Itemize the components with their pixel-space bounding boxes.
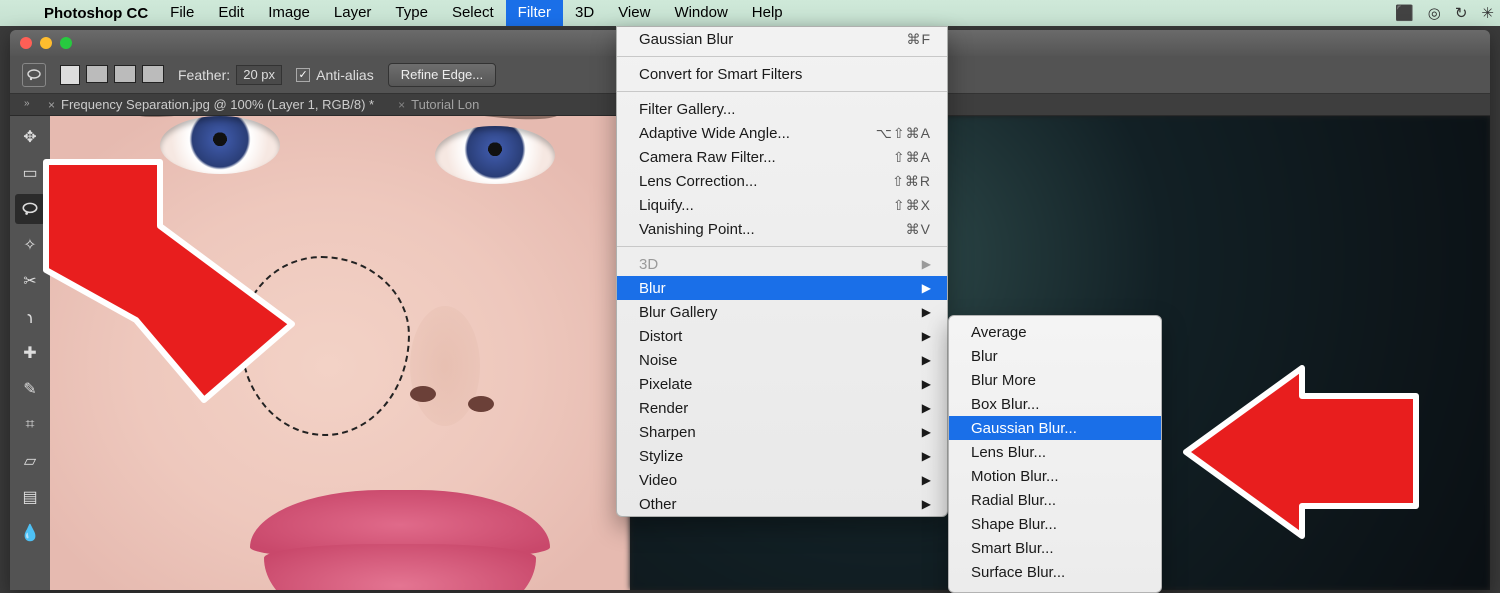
menuitem-render[interactable]: Render▶ [617, 396, 947, 420]
menu-help[interactable]: Help [740, 0, 795, 26]
eyedropper-icon: 𐑪 [27, 306, 33, 328]
menuitem-filter-gallery[interactable]: Filter Gallery... [617, 97, 947, 121]
rect-marquee-icon: ▭ [22, 163, 37, 183]
close-tab-icon[interactable]: × [48, 94, 55, 116]
menu-filter[interactable]: Filter [506, 0, 563, 26]
menubar-extras: ⬛ ◎ ↻ ✳ [1395, 0, 1494, 26]
tool-blur[interactable]: 💧 [15, 518, 45, 548]
feather-control: Feather: 20 px [178, 65, 282, 85]
refine-edge-button[interactable]: Refine Edge... [388, 63, 496, 87]
tab-label: Tutorial Lon [411, 94, 479, 116]
tab-tutorial[interactable]: × Tutorial Lon [386, 94, 491, 116]
tool-healing[interactable]: ✚ [15, 338, 45, 368]
submenu-gaussian-blur[interactable]: Gaussian Blur... [949, 416, 1161, 440]
menu-3d[interactable]: 3D [563, 0, 606, 26]
filter-menu: Gaussian Blur⌘F Convert for Smart Filters… [616, 26, 948, 517]
dropbox-icon[interactable]: ⬛ [1395, 4, 1414, 22]
swatch-mask2[interactable] [114, 65, 136, 83]
chevron-icon[interactable]: » [24, 98, 30, 109]
menuitem-adaptive-wide-angle[interactable]: Adaptive Wide Angle...⌥⇧⌘A [617, 121, 947, 145]
menu-view[interactable]: View [606, 0, 662, 26]
menuitem-blur-gallery[interactable]: Blur Gallery▶ [617, 300, 947, 324]
move-icon: ✥ [23, 127, 36, 147]
submenu-radial-blur[interactable]: Radial Blur... [949, 488, 1161, 512]
tool-eyedropper[interactable]: 𐑪 [15, 302, 45, 332]
menu-extra-icon[interactable]: ✳ [1481, 4, 1494, 22]
traffic-lights[interactable] [10, 37, 72, 49]
swatch-mask1[interactable] [86, 65, 108, 83]
menu-window[interactable]: Window [662, 0, 739, 26]
active-tool-indicator[interactable] [22, 63, 46, 87]
menu-image[interactable]: Image [256, 0, 322, 26]
menuitem-other[interactable]: Other▶ [617, 492, 947, 516]
tab-frequency-separation[interactable]: × Frequency Separation.jpg @ 100% (Layer… [36, 94, 386, 116]
anti-alias-checkbox[interactable]: ✓ Anti-alias [296, 67, 374, 83]
lasso-icon [26, 67, 42, 83]
tool-magic-wand[interactable]: ✧ [15, 230, 45, 260]
menuitem-convert-for-smart-filters[interactable]: Convert for Smart Filters [617, 62, 947, 86]
close-tab-icon[interactable]: × [398, 94, 405, 116]
submenu-smart-blur[interactable]: Smart Blur... [949, 536, 1161, 560]
submenu-surface-blur[interactable]: Surface Blur... [949, 560, 1161, 584]
tool-gradient[interactable]: ▤ [15, 482, 45, 512]
menu-select[interactable]: Select [440, 0, 506, 26]
tool-rect-marquee[interactable]: ▭ [15, 158, 45, 188]
checkbox-icon: ✓ [296, 68, 310, 82]
submenu-blur-more[interactable]: Blur More [949, 368, 1161, 392]
tab-label: Frequency Separation.jpg @ 100% (Layer 1… [61, 94, 374, 116]
tool-crop[interactable]: ✂ [15, 266, 45, 296]
sync-icon[interactable]: ↻ [1455, 4, 1468, 22]
brush-icon: ✎ [23, 379, 36, 399]
menu-edit[interactable]: Edit [206, 0, 256, 26]
menu-file[interactable]: File [158, 0, 206, 26]
menuitem-3d: 3D▶ [617, 252, 947, 276]
submenu-shape-blur[interactable]: Shape Blur... [949, 512, 1161, 536]
menuitem-lens-correction[interactable]: Lens Correction...⇧⌘R [617, 169, 947, 193]
submenu-motion-blur[interactable]: Motion Blur... [949, 464, 1161, 488]
eraser-icon: ▱ [24, 451, 36, 471]
menuitem-stylize[interactable]: Stylize▶ [617, 444, 947, 468]
tool-lasso[interactable] [15, 194, 45, 224]
app-name[interactable]: Photoshop CC [34, 5, 158, 22]
minimize-icon[interactable] [40, 37, 52, 49]
healing-icon: ✚ [23, 343, 36, 363]
menu-layer[interactable]: Layer [322, 0, 384, 26]
magic-wand-icon: ✧ [23, 235, 36, 255]
swatch-fgbg[interactable] [60, 65, 80, 85]
anti-alias-label: Anti-alias [316, 67, 374, 83]
submenu-box-blur[interactable]: Box Blur... [949, 392, 1161, 416]
menu-type[interactable]: Type [383, 0, 440, 26]
creative-cloud-icon[interactable]: ◎ [1428, 4, 1441, 22]
feather-label: Feather: [178, 67, 230, 83]
gradient-icon: ▤ [22, 487, 37, 507]
tool-clone[interactable]: ⌗ [15, 410, 45, 440]
tool-brush[interactable]: ✎ [15, 374, 45, 404]
menuitem-gaussian-blur[interactable]: Gaussian Blur⌘F [617, 27, 947, 51]
menuitem-video[interactable]: Video▶ [617, 468, 947, 492]
blur-icon: 💧 [20, 523, 40, 543]
swatch-mask3[interactable] [142, 65, 164, 83]
menuitem-noise[interactable]: Noise▶ [617, 348, 947, 372]
menuitem-sharpen[interactable]: Sharpen▶ [617, 420, 947, 444]
feather-input[interactable]: 20 px [236, 65, 282, 85]
macos-menubar: Photoshop CC FileEditImageLayerTypeSelec… [0, 0, 1500, 26]
menuitem-pixelate[interactable]: Pixelate▶ [617, 372, 947, 396]
menuitem-blur[interactable]: Blur▶ [617, 276, 947, 300]
close-icon[interactable] [20, 37, 32, 49]
blur-submenu: AverageBlurBlur MoreBox Blur...Gaussian … [948, 315, 1162, 593]
tool-move[interactable]: ✥ [15, 122, 45, 152]
mode-swatches[interactable] [60, 65, 164, 85]
submenu-average[interactable]: Average [949, 320, 1161, 344]
tool-panel: ✥ ▭ ✧ ✂ 𐑪 ✚ ✎ ⌗ ▱ ▤ 💧 [10, 116, 50, 590]
submenu-lens-blur[interactable]: Lens Blur... [949, 440, 1161, 464]
menuitem-vanishing-point[interactable]: Vanishing Point...⌘V [617, 217, 947, 241]
clone-icon: ⌗ [25, 416, 34, 434]
crop-icon: ✂ [23, 271, 36, 291]
menuitem-camera-raw-filter[interactable]: Camera Raw Filter...⇧⌘A [617, 145, 947, 169]
tool-eraser[interactable]: ▱ [15, 446, 45, 476]
submenu-blur[interactable]: Blur [949, 344, 1161, 368]
menuitem-distort[interactable]: Distort▶ [617, 324, 947, 348]
zoom-icon[interactable] [60, 37, 72, 49]
menuitem-liquify[interactable]: Liquify...⇧⌘X [617, 193, 947, 217]
